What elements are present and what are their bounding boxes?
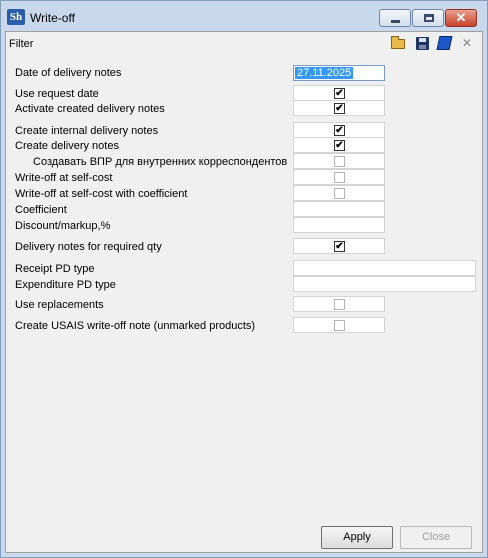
dialog-body: Filter ✕ Date of delivery notes 27.11.20… [5, 31, 483, 553]
minimize-icon [391, 20, 400, 23]
writeoff-selfcost-label: Write-off at self-cost [15, 172, 113, 184]
activate-created-cell: ✔ [293, 100, 385, 116]
writeoff-selfcost-checkbox[interactable] [334, 172, 345, 183]
create-delivery-cell: ✔ [293, 137, 385, 153]
title-bar[interactable]: Sh Write-off ✕ [1, 1, 487, 31]
activate-created-label: Activate created delivery notes [15, 103, 165, 115]
use-request-date-cell: ✔ [293, 85, 385, 101]
create-internal-checkbox[interactable]: ✔ [334, 125, 345, 136]
create-delivery-checkbox[interactable]: ✔ [334, 140, 345, 151]
minimize-button[interactable] [379, 9, 411, 27]
writeoff-selfcost-coef-checkbox[interactable] [334, 188, 345, 199]
create-delivery-label: Create delivery notes [15, 140, 119, 152]
create-internal-cell: ✔ [293, 122, 385, 138]
writeoff-selfcost-coef-label: Write-off at self-cost with coefficient [15, 188, 188, 200]
create-usais-label: Create USAIS write-off note (unmarked pr… [15, 320, 256, 332]
discount-field[interactable] [293, 217, 385, 233]
expenditure-pd-field[interactable] [293, 276, 476, 292]
save-disk-icon[interactable] [414, 35, 430, 51]
filter-label: Filter [9, 38, 34, 50]
open-folder-icon[interactable] [390, 35, 406, 51]
close-button[interactable]: Close [400, 526, 472, 549]
create-vpr-label: Создавать ВПР для внутренних корреспонде… [33, 156, 288, 168]
date-label: Date of delivery notes [15, 67, 122, 79]
use-replacements-cell [293, 296, 385, 312]
activate-created-checkbox[interactable]: ✔ [334, 103, 345, 114]
create-vpr-cell [293, 153, 385, 169]
use-replacements-checkbox[interactable] [334, 299, 345, 310]
create-usais-checkbox[interactable] [334, 320, 345, 331]
delivery-required-qty-label: Delivery notes for required qty [15, 241, 162, 253]
use-request-date-label: Use request date [15, 88, 99, 100]
date-value: 27.11.2025 [295, 67, 354, 79]
coefficient-label: Coefficient [15, 204, 67, 216]
create-internal-label: Create internal delivery notes [15, 125, 159, 137]
discount-label: Discount/markup,% [15, 220, 111, 232]
book-icon[interactable] [436, 35, 453, 51]
create-vpr-checkbox[interactable] [334, 156, 345, 167]
receipt-pd-label: Receipt PD type [15, 263, 95, 275]
writeoff-selfcost-coef-cell [293, 185, 385, 201]
coefficient-field[interactable] [293, 201, 385, 217]
writeoff-selfcost-cell [293, 169, 385, 185]
maximize-icon [424, 14, 434, 22]
delivery-required-qty-checkbox[interactable]: ✔ [334, 241, 345, 252]
delivery-required-qty-cell: ✔ [293, 238, 385, 254]
filter-toolbar: Filter ✕ [6, 32, 482, 54]
expenditure-pd-label: Expenditure PD type [15, 279, 116, 291]
use-replacements-label: Use replacements [15, 299, 104, 311]
create-usais-cell [293, 317, 385, 333]
use-request-date-checkbox[interactable]: ✔ [334, 88, 345, 99]
date-field[interactable]: 27.11.2025 [293, 65, 385, 81]
app-icon: Sh [7, 9, 25, 25]
apply-button[interactable]: Apply [321, 526, 393, 549]
toolbar-close-icon[interactable]: ✕ [459, 35, 475, 51]
receipt-pd-field[interactable] [293, 260, 476, 276]
window-title: Write-off [30, 11, 75, 25]
close-icon: ✕ [455, 10, 467, 25]
maximize-button[interactable] [412, 9, 444, 27]
window-close-button[interactable]: ✕ [445, 9, 477, 27]
write-off-window: Sh Write-off ✕ Filter ✕ Date of delivery… [0, 0, 488, 558]
